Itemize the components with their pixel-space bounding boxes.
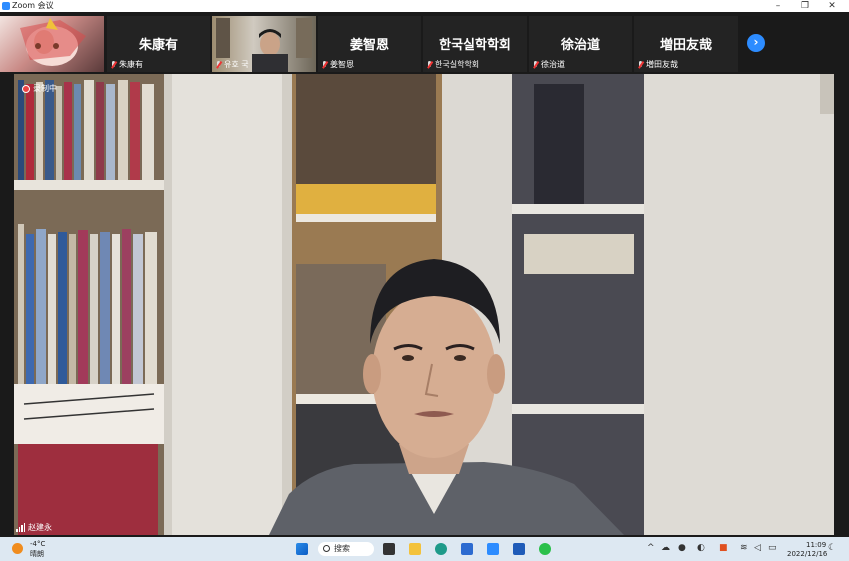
wechat-icon[interactable] [539,543,551,555]
mic-muted-icon [215,60,222,69]
search-icon [323,545,330,552]
participant-tile-6[interactable]: 増田友哉 増田友哉 [634,16,738,72]
active-speaker-label: 赵建永 [16,522,52,533]
speaker-name: 赵建永 [28,523,52,532]
participant-name-large: 徐治道 [560,38,600,53]
bookshelf-background [14,74,834,535]
zoom-taskbar-icon[interactable] [487,543,499,555]
task-view-icon[interactable] [383,543,395,555]
zoom-icon [2,2,10,10]
weather-sun-icon[interactable] [12,543,23,554]
title-bar: Zoom 会议 – ❐ ✕ [0,0,849,12]
store-icon[interactable] [461,543,473,555]
chevron-up-icon[interactable]: ^ [647,543,655,553]
next-page-arrow-icon[interactable]: › [747,34,765,52]
taskbar: -4°C 晴朗 搜索 ^ ☁ ● ◐ ■ ≋ ◁ ▭ 11:09 2022/12… [0,537,849,561]
participant-tile-avatar[interactable] [0,16,104,72]
mic-icon[interactable]: ● [678,543,686,553]
participant-tile-2[interactable]: 유호 국 [212,16,316,72]
participant-name-large: 姜智恩 [349,38,389,53]
wifi-icon[interactable]: ≋ [740,543,748,553]
anime-avatar-image [20,18,86,66]
main-video: 录制中 赵建永 [14,74,834,535]
window-title: Zoom 会议 [12,1,54,10]
participant-tile-1[interactable]: 朱康有 朱康有 [107,16,210,72]
participant-tile-5[interactable]: 徐治道 徐治道 [529,16,632,72]
recording-label: 录制中 [33,84,57,93]
onedrive-icon[interactable]: ☁ [661,543,670,553]
minimize-button[interactable]: – [764,0,792,12]
speaker-icon[interactable]: ◐ [697,543,705,553]
record-icon [22,84,30,93]
volume-icon[interactable]: ◁ [754,543,761,553]
weather-desc[interactable]: 晴朗 [30,549,44,559]
battery-icon[interactable]: ▭ [768,543,777,553]
edge-icon[interactable] [435,543,447,555]
mic-muted-icon [532,60,539,69]
participant-name-large: 増田友哉 [659,38,712,53]
participant-tile-3[interactable]: 姜智恩 姜智恩 [318,16,421,72]
participant-label: 徐治道 [541,60,565,69]
input-method-icon[interactable]: ■ [719,543,728,553]
participant-name-large: 朱康有 [138,38,178,53]
word-icon[interactable] [513,543,525,555]
mic-muted-icon [637,60,644,69]
participant-strip: 朱康有 朱康有 유호 국 姜智恩 姜智恩 한국실학학회 한국실학학회 徐治道 徐… [0,12,849,74]
participant-label: 増田友哉 [646,60,678,69]
search-label: 搜索 [334,544,350,553]
clock-time[interactable]: 11:09 [806,541,826,549]
participant-label: 한국실학학회 [435,60,480,69]
window-edge [834,74,849,535]
windows-start-icon[interactable] [296,543,308,555]
weather-temp[interactable]: -4°C [30,540,45,548]
participant-name-large: 한국실학학회 [439,38,511,53]
participant-tile-4[interactable]: 한국실학학회 한국실학학회 [423,16,527,72]
clock-date[interactable]: 2022/12/16 [787,550,827,558]
signal-strength-icon [16,523,25,532]
mic-muted-icon [321,60,328,69]
recording-indicator: 录制中 [22,83,57,94]
restore-button[interactable]: ❐ [791,0,819,12]
participant-label: 朱康有 [119,60,143,69]
close-button[interactable]: ✕ [818,0,846,12]
mic-muted-icon [426,60,433,69]
mic-muted-icon [110,60,117,69]
taskbar-search[interactable]: 搜索 [318,542,374,556]
file-explorer-icon[interactable] [409,543,421,555]
participant-label: 姜智恩 [330,60,354,69]
participant-label: 유호 국 [224,60,249,69]
notification-icon[interactable]: ☾ [828,543,836,553]
